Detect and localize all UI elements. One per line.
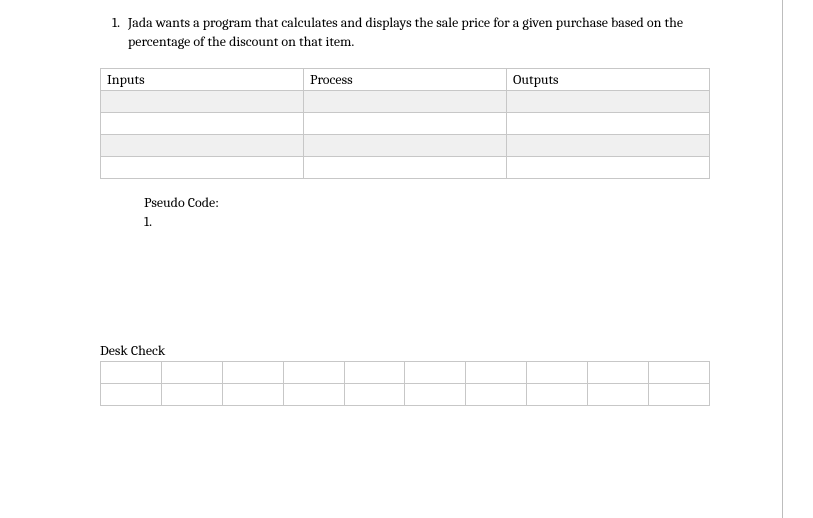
- ipo-cell: [101, 112, 304, 134]
- dc-cell: [649, 383, 710, 405]
- ipo-header-inputs: Inputs: [101, 68, 304, 90]
- dc-cell: [527, 361, 588, 383]
- dc-cell: [101, 383, 162, 405]
- ipo-cell: [304, 156, 507, 178]
- dc-cell: [161, 383, 222, 405]
- dc-cell: [161, 361, 222, 383]
- question-text: Jada wants a program that calculates and…: [128, 14, 733, 52]
- dc-row: [101, 383, 710, 405]
- ipo-cell: [101, 90, 304, 112]
- ipo-cell: [304, 90, 507, 112]
- ipo-cell: [507, 134, 710, 156]
- ipo-row: [101, 134, 710, 156]
- ipo-header-outputs: Outputs: [507, 68, 710, 90]
- dc-cell: [588, 361, 649, 383]
- ipo-header-process: Process: [304, 68, 507, 90]
- dc-cell: [405, 383, 466, 405]
- dc-cell: [101, 361, 162, 383]
- dc-cell: [405, 361, 466, 383]
- ipo-row: [101, 112, 710, 134]
- dc-row: [101, 361, 710, 383]
- dc-cell: [344, 361, 405, 383]
- ipo-cell: [101, 156, 304, 178]
- ipo-cell: [304, 112, 507, 134]
- dc-cell: [283, 361, 344, 383]
- desk-check-label: Desk Check: [100, 342, 733, 359]
- ipo-row: [101, 90, 710, 112]
- dc-cell: [466, 361, 527, 383]
- dc-cell: [649, 361, 710, 383]
- ipo-row: [101, 156, 710, 178]
- pseudo-code-section: Pseudo Code: 1.: [144, 193, 733, 232]
- dc-cell: [283, 383, 344, 405]
- ipo-cell: [101, 134, 304, 156]
- dc-cell: [588, 383, 649, 405]
- ipo-cell: [507, 90, 710, 112]
- page-right-border: [782, 0, 783, 518]
- pseudo-code-line-1: 1.: [144, 212, 733, 232]
- dc-cell: [527, 383, 588, 405]
- ipo-header-row: Inputs Process Outputs: [101, 68, 710, 90]
- ipo-table: Inputs Process Outputs: [100, 68, 710, 179]
- dc-cell: [222, 383, 283, 405]
- dc-cell: [466, 383, 527, 405]
- dc-cell: [222, 361, 283, 383]
- desk-check-table: [100, 361, 710, 406]
- question-number: 1.: [100, 14, 128, 31]
- question-item: 1. Jada wants a program that calculates …: [100, 14, 733, 52]
- pseudo-code-title: Pseudo Code:: [144, 193, 733, 213]
- ipo-cell: [304, 134, 507, 156]
- ipo-cell: [507, 112, 710, 134]
- ipo-cell: [507, 156, 710, 178]
- dc-cell: [344, 383, 405, 405]
